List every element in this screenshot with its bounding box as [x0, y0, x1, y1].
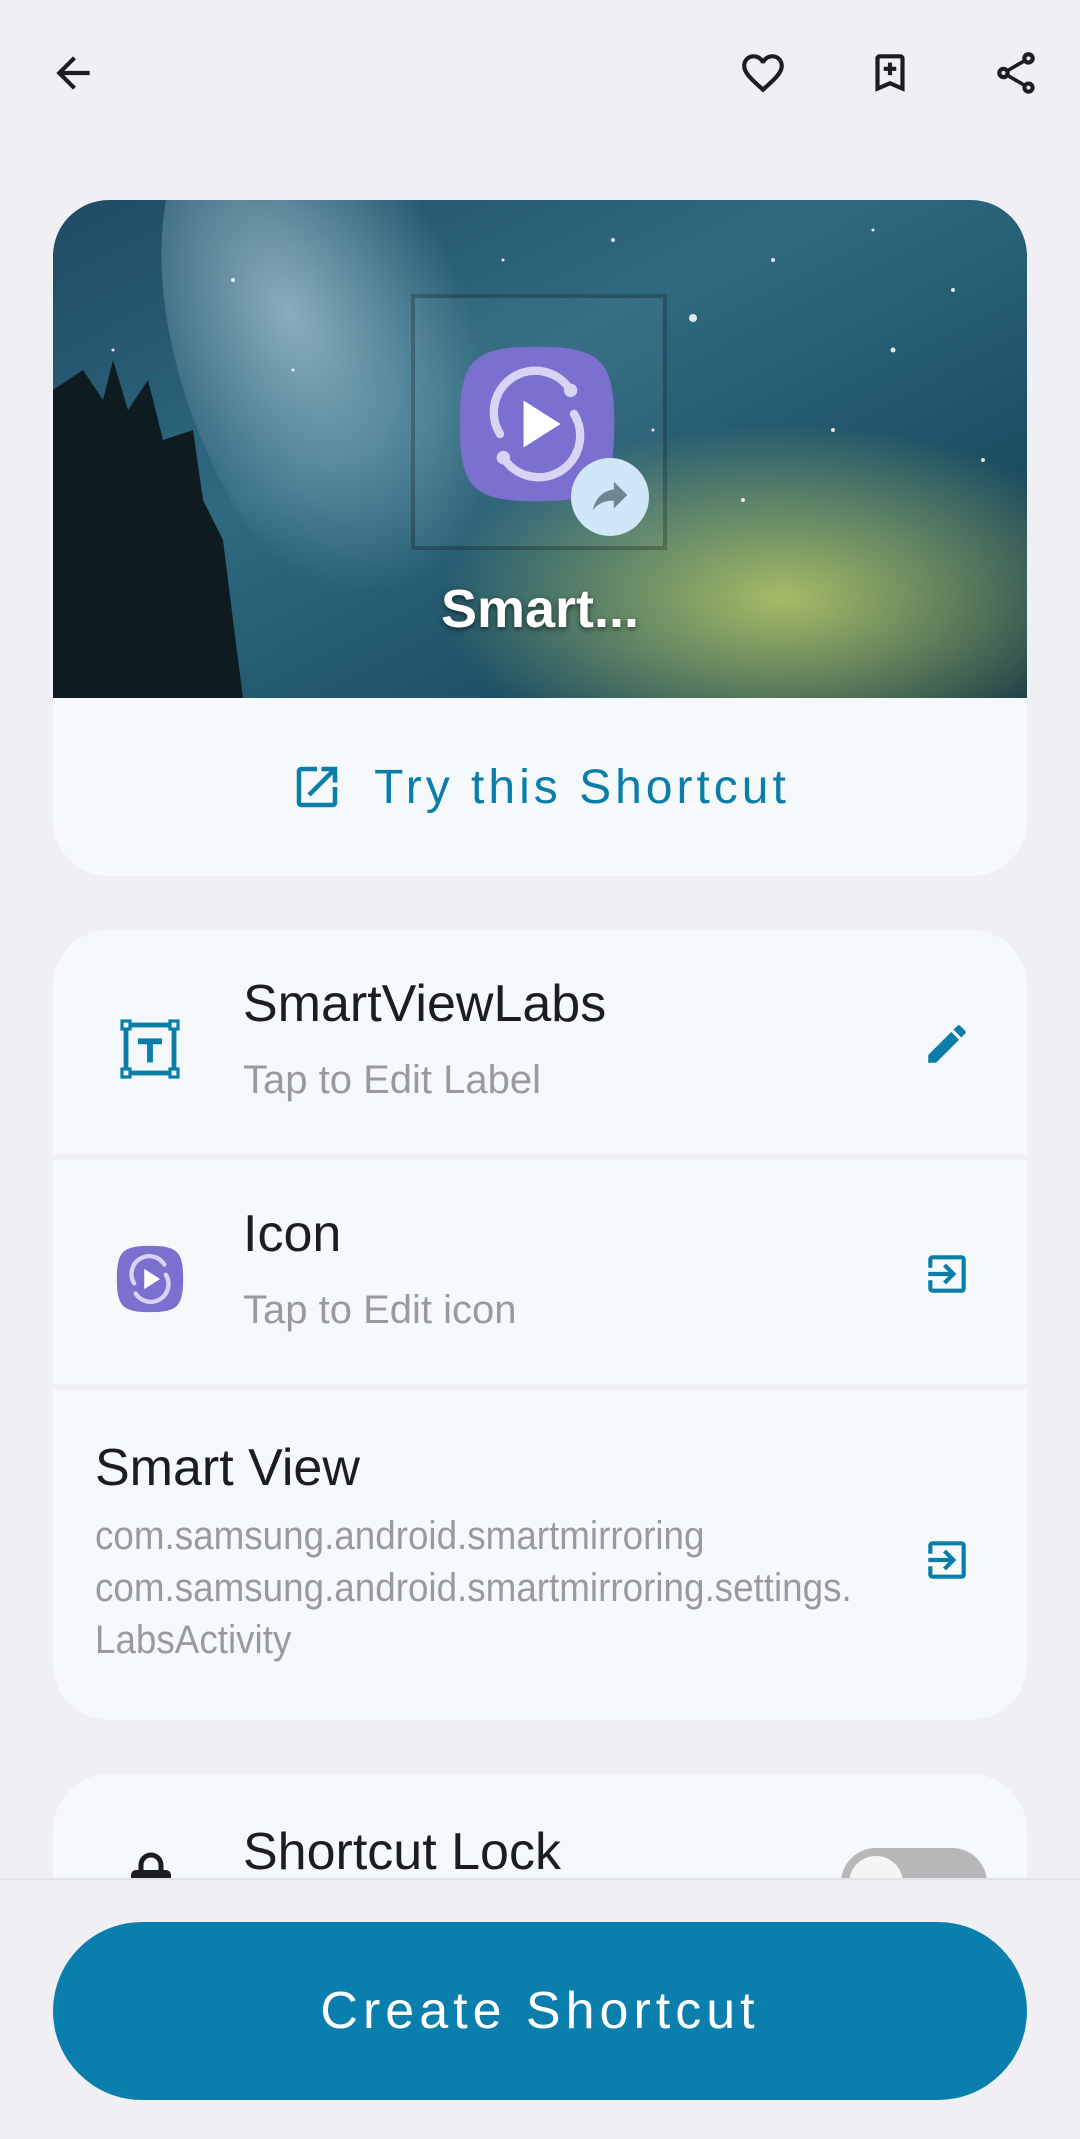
icon-row[interactable]: Icon Tap to Edit icon — [53, 1160, 1027, 1384]
shortcut-detail-screen: Smart... Try this Shortcut SmartViewLabs… — [0, 0, 1080, 2139]
text-field-icon — [105, 1004, 195, 1094]
input-arrow-icon — [928, 1541, 966, 1579]
app-package-info: com.samsung.android.smartmirroring com.s… — [95, 1510, 859, 1666]
edit-label-button[interactable] — [917, 1014, 977, 1074]
back-button[interactable] — [30, 30, 116, 116]
bottom-action-bar: Create Shortcut — [0, 1878, 1080, 2139]
package-name: com.samsung.android.smartmirroring — [95, 1514, 705, 1558]
forward-arrow-icon — [592, 481, 628, 511]
heart-outline-icon — [742, 54, 784, 93]
shortcut-preview-card: Smart... Try this Shortcut — [53, 200, 1027, 876]
share-icon — [997, 52, 1035, 94]
pencil-icon — [928, 1025, 966, 1063]
arrow-back-icon — [56, 56, 90, 90]
smart-view-small-icon — [116, 1245, 184, 1313]
favorite-button[interactable] — [720, 30, 806, 116]
shortcut-badge — [571, 458, 649, 536]
app-activity-row[interactable]: Smart View com.samsung.android.smartmirr… — [53, 1390, 1027, 1720]
label-title: SmartViewLabs — [243, 975, 607, 1033]
current-icon-preview — [105, 1234, 195, 1324]
shortcut-info-card: SmartViewLabs Tap to Edit Label Icon Tap… — [53, 930, 1027, 1720]
top-app-bar — [0, 0, 1080, 150]
icon-title: Icon — [243, 1205, 342, 1263]
open-in-new-icon — [296, 766, 338, 808]
bookmark-add-icon — [875, 54, 905, 92]
icon-subtitle: Tap to Edit icon — [243, 1288, 517, 1332]
app-name: Smart View — [95, 1439, 360, 1497]
preview-wallpaper: Smart... — [53, 200, 1027, 698]
activity-name: com.samsung.android.smartmirroring.setti… — [95, 1566, 852, 1662]
bookmark-button[interactable] — [847, 30, 933, 116]
choose-activity-button[interactable] — [917, 1530, 977, 1590]
preview-shortcut-name: Smart... — [440, 579, 640, 639]
label-subtitle: Tap to Edit Label — [243, 1058, 541, 1102]
edit-icon-button[interactable] — [917, 1244, 977, 1304]
share-button[interactable] — [973, 30, 1059, 116]
try-shortcut-button[interactable]: Try this Shortcut — [53, 698, 1027, 876]
try-shortcut-label: Try this Shortcut — [374, 760, 790, 814]
create-shortcut-button[interactable]: Create Shortcut — [53, 1922, 1027, 2100]
shortcut-lock-title: Shortcut Lock — [243, 1823, 561, 1881]
label-row[interactable]: SmartViewLabs Tap to Edit Label — [53, 930, 1027, 1154]
input-arrow-icon — [928, 1255, 966, 1293]
